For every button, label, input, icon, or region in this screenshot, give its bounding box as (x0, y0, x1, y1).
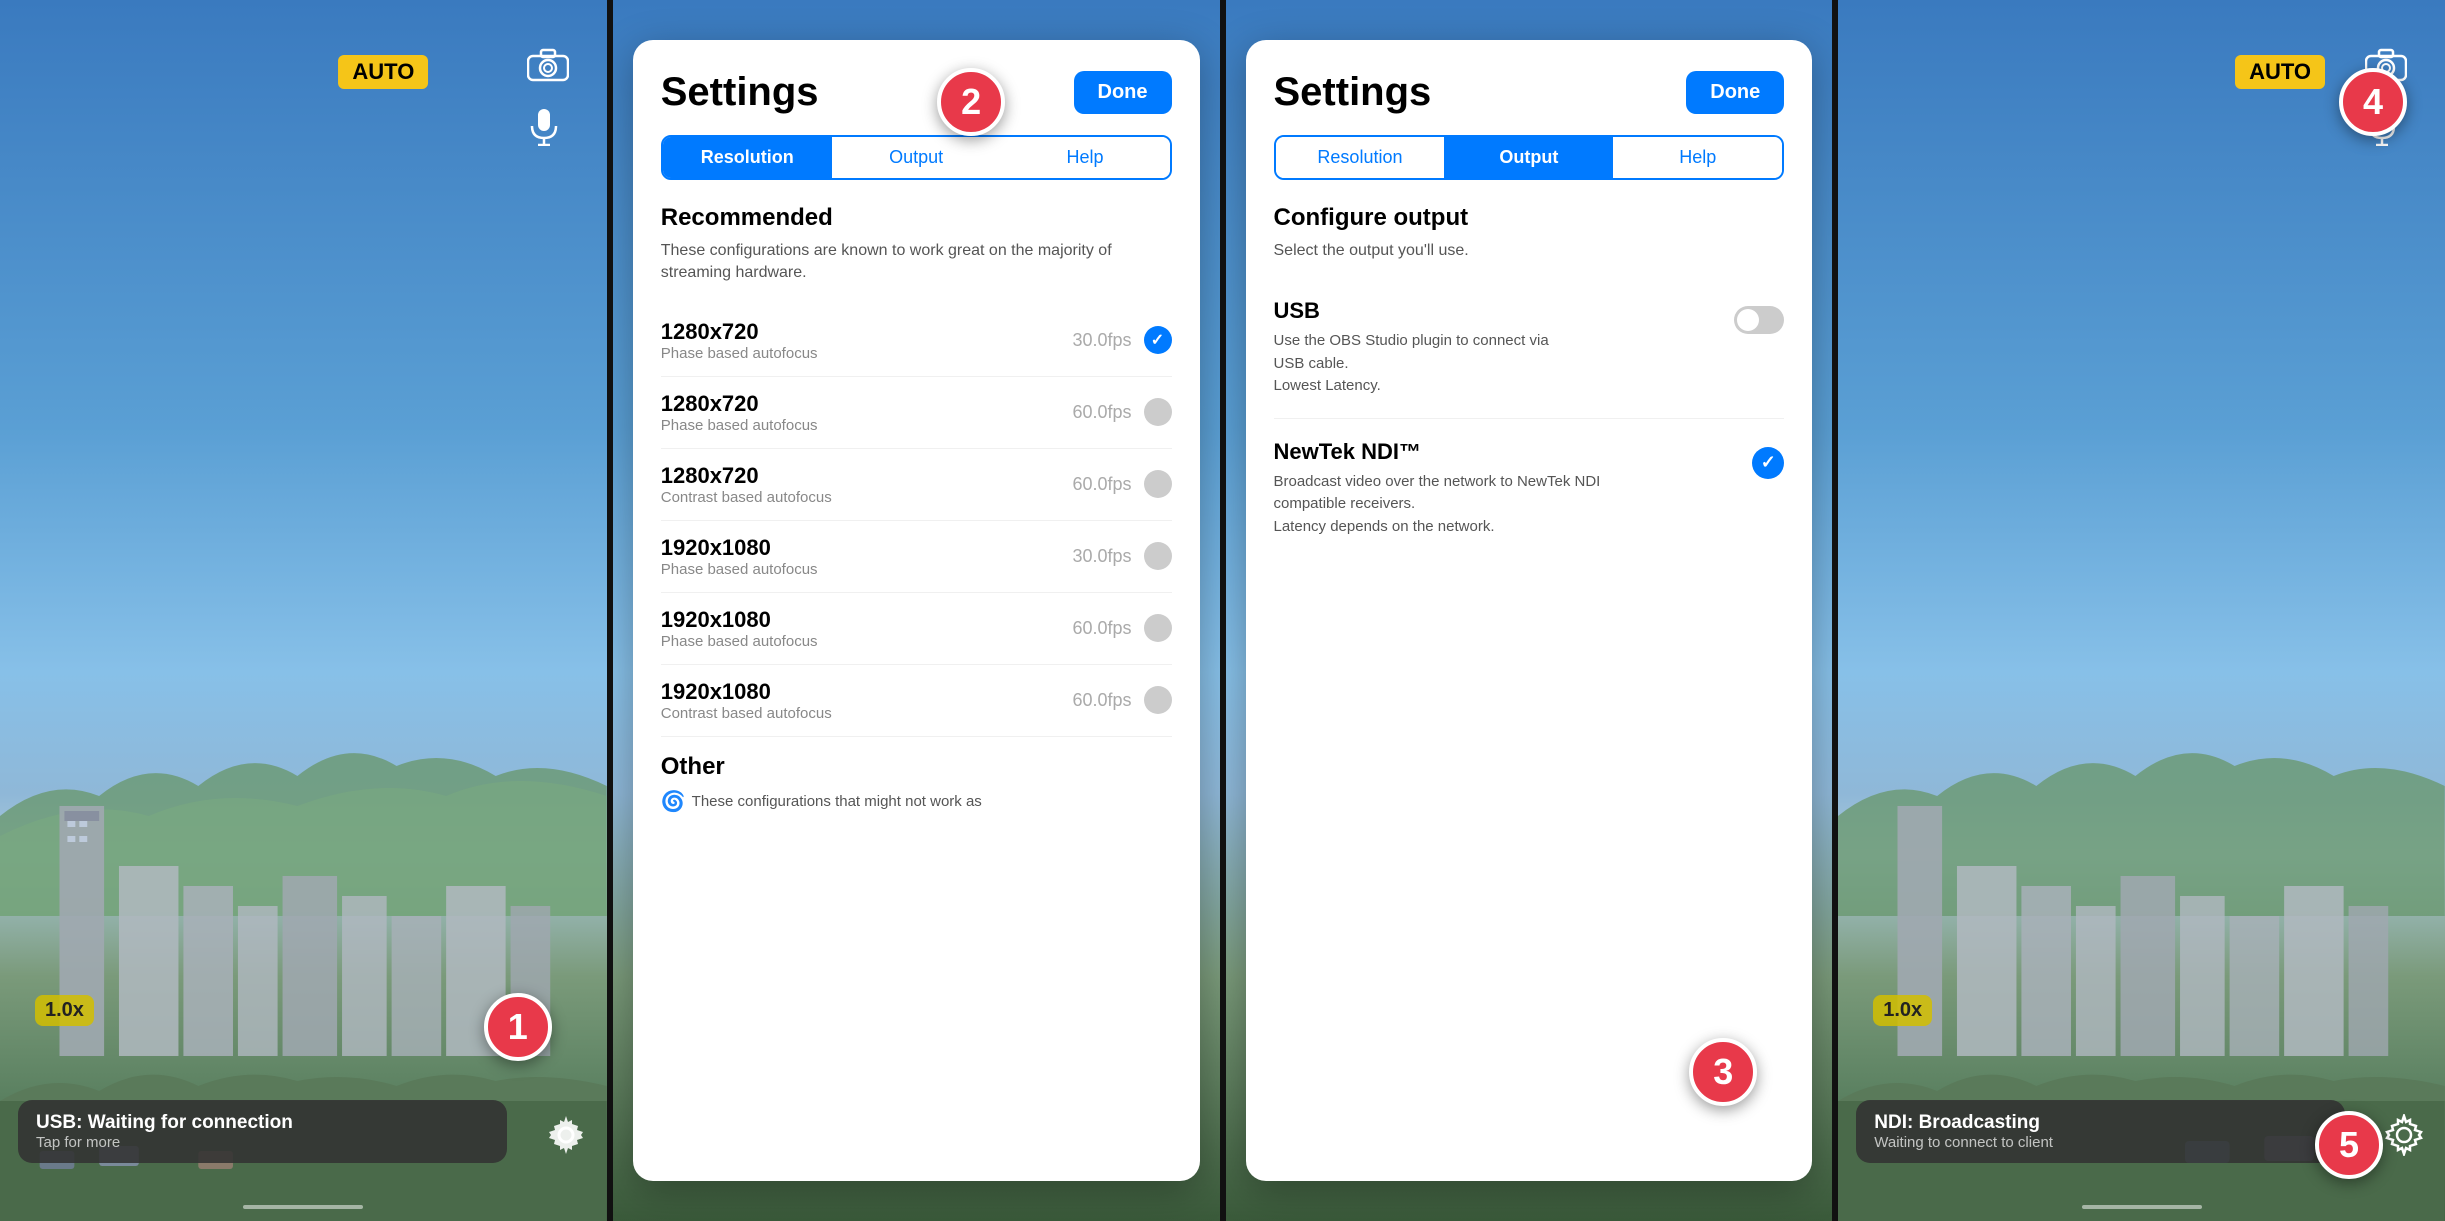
status-bar[interactable]: USB: Waiting for connection Tap for more (18, 1100, 507, 1163)
step-badge-5: 5 (2315, 1111, 2383, 1179)
step-badge-1: 1 (484, 993, 552, 1061)
res-label-4: 1920x1080 (661, 607, 818, 633)
tabs-container-3: Resolution Output Help (1274, 135, 1785, 180)
configure-desc: Select the output you'll use. (1274, 240, 1785, 262)
ndi-status-main: NDI: Broadcasting (1874, 1112, 2327, 1134)
res-item-1[interactable]: 1280x720 Phase based autofocus 60.0fps (661, 377, 1172, 449)
res-item-2[interactable]: 1280x720 Contrast based autofocus 60.0fp… (661, 449, 1172, 521)
home-indicator-4 (2082, 1205, 2202, 1209)
other-desc: 🌀 These configurations that might not wo… (661, 789, 1172, 814)
res-sub-5: Contrast based autofocus (661, 705, 832, 722)
configure-output-section: Configure output Select the output you'l… (1274, 204, 1785, 558)
ndi-name: NewTek NDI™ (1274, 439, 1747, 465)
res-sub-4: Phase based autofocus (661, 633, 818, 650)
panel-4: AUTO 1.0x (1838, 0, 2445, 1221)
auto-badge-4: AUTO (2235, 55, 2325, 89)
radio-0[interactable] (1144, 326, 1172, 354)
res-label-3: 1920x1080 (661, 535, 818, 561)
settings-modal-output: Settings Done Resolution Output Help Con… (1246, 40, 1813, 1181)
settings-title: Settings (661, 70, 819, 115)
configure-title: Configure output (1274, 204, 1785, 232)
fps-1: 60.0fps (1072, 402, 1131, 423)
step-badge-4: 4 (2339, 68, 2407, 136)
mic-icon[interactable] (529, 108, 559, 151)
output-usb[interactable]: USB Use the OBS Studio plugin to connect… (1274, 278, 1785, 419)
recommended-section: Recommended These configurations are kno… (661, 204, 1172, 737)
output-ndi[interactable]: NewTek NDI™ Broadcast video over the net… (1274, 419, 1785, 559)
settings-modal-resolution: Settings Done Resolution Output Help Rec… (633, 40, 1200, 1181)
res-item-3[interactable]: 1920x1080 Phase based autofocus 30.0fps (661, 521, 1172, 593)
tab-output[interactable]: Output (832, 137, 1001, 178)
usb-name: USB (1274, 298, 1628, 324)
res-label-2: 1280x720 (661, 463, 832, 489)
fps-4: 60.0fps (1072, 618, 1131, 639)
status-main-text: USB: Waiting for connection (36, 1112, 489, 1134)
res-item-4[interactable]: 1920x1080 Phase based autofocus 60.0fps (661, 593, 1172, 665)
auto-badge: AUTO (338, 55, 428, 89)
radio-5[interactable] (1144, 686, 1172, 714)
tab-resolution[interactable]: Resolution (663, 137, 832, 178)
fps-2: 60.0fps (1072, 474, 1131, 495)
modal-header: Settings Done (661, 70, 1172, 115)
res-item-0[interactable]: 1280x720 Phase based autofocus 30.0fps (661, 305, 1172, 377)
modal-header-3: Settings Done (1274, 70, 1785, 115)
fps-0: 30.0fps (1072, 330, 1131, 351)
ndi-status-sub: Waiting to connect to client (1874, 1134, 2327, 1151)
tab-output-3[interactable]: Output (1444, 137, 1613, 178)
step-badge-2: 2 (937, 68, 1005, 136)
res-sub-3: Phase based autofocus (661, 561, 818, 578)
res-label-5: 1920x1080 (661, 679, 832, 705)
res-label-0: 1280x720 (661, 319, 818, 345)
settings-title-3: Settings (1274, 70, 1432, 115)
home-indicator (243, 1205, 363, 1209)
tab-help[interactable]: Help (1001, 137, 1170, 178)
tab-resolution-3[interactable]: Resolution (1276, 137, 1445, 178)
panel-2: Settings Done Resolution Output Help Rec… (613, 0, 1220, 1221)
other-title: Other (661, 753, 1172, 781)
res-sub-2: Contrast based autofocus (661, 489, 832, 506)
radio-4[interactable] (1144, 614, 1172, 642)
res-sub-1: Phase based autofocus (661, 417, 818, 434)
zoom-badge-4: 1.0x (1873, 995, 1932, 1026)
usb-toggle[interactable] (1734, 306, 1784, 334)
fps-5: 60.0fps (1072, 690, 1131, 711)
ndi-check[interactable] (1752, 447, 1784, 479)
res-item-5[interactable]: 1920x1080 Contrast based autofocus 60.0f… (661, 665, 1172, 737)
tab-help-3[interactable]: Help (1613, 137, 1782, 178)
ndi-status-bar[interactable]: NDI: Broadcasting Waiting to connect to … (1856, 1100, 2345, 1163)
gear-icon-4[interactable] (2383, 1114, 2425, 1161)
gear-icon[interactable] (545, 1114, 587, 1161)
fps-3: 30.0fps (1072, 546, 1131, 567)
radio-3[interactable] (1144, 542, 1172, 570)
radio-1[interactable] (1144, 398, 1172, 426)
recommended-desc: These configurations are known to work g… (661, 240, 1172, 285)
other-section: Other 🌀 These configurations that might … (661, 737, 1172, 814)
camera-icon[interactable] (527, 48, 569, 91)
res-sub-0: Phase based autofocus (661, 345, 818, 362)
step-badge-3: 3 (1689, 1038, 1757, 1106)
panel-3: Settings Done Resolution Output Help Con… (1226, 0, 1833, 1221)
panel-1: AUTO 1.0x (0, 0, 607, 1221)
status-sub-text: Tap for more (36, 1134, 489, 1151)
done-button-3[interactable]: Done (1686, 71, 1784, 114)
res-label-1: 1280x720 (661, 391, 818, 417)
zoom-badge: 1.0x (35, 995, 94, 1026)
recommended-title: Recommended (661, 204, 1172, 232)
done-button[interactable]: Done (1074, 71, 1172, 114)
tabs-container: Resolution Output Help (661, 135, 1172, 180)
ndi-desc: Broadcast video over the network to NewT… (1274, 471, 1676, 539)
usb-desc: Use the OBS Studio plugin to connect via… (1274, 330, 1575, 398)
radio-2[interactable] (1144, 470, 1172, 498)
